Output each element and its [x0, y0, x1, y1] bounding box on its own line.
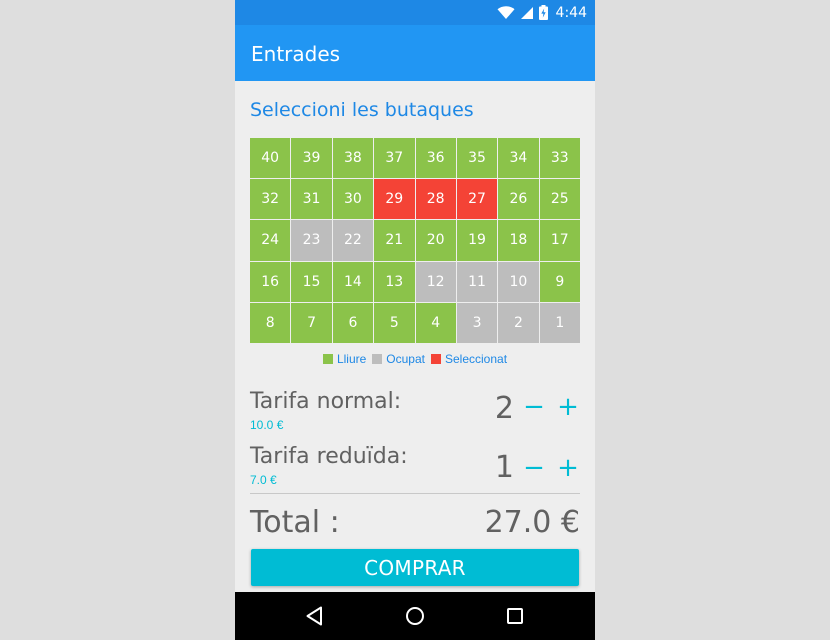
seat-40[interactable]: 40 — [250, 138, 291, 179]
seat-37[interactable]: 37 — [374, 138, 415, 179]
legend-swatch-selected — [431, 354, 441, 364]
seat-5[interactable]: 5 — [374, 302, 415, 343]
decrement-reduced-button[interactable]: − — [522, 450, 546, 486]
legend-item-taken: Ocupat — [372, 352, 425, 366]
seat-39[interactable]: 39 — [291, 138, 332, 179]
seat-35[interactable]: 35 — [456, 138, 498, 179]
fare-quantity-reduced: 1 — [494, 450, 514, 485]
status-icons: 4:44 — [497, 0, 587, 25]
seat-28[interactable]: 28 — [415, 179, 456, 220]
seat-6[interactable]: 6 — [332, 302, 374, 343]
fare-name-reduced: Tarifa reduïda: — [250, 444, 408, 469]
app-bar-title: Entrades — [251, 42, 341, 66]
back-icon[interactable] — [303, 604, 327, 628]
seat-21[interactable]: 21 — [374, 220, 415, 261]
seat-1[interactable]: 1 — [539, 302, 580, 343]
legend-item-selected: Seleccionat — [431, 352, 507, 366]
legend-item-free: Lliure — [322, 352, 367, 366]
total-value: 27.0 € — [484, 505, 580, 540]
seat-33[interactable]: 33 — [539, 138, 580, 179]
legend-swatch-free — [322, 354, 333, 364]
legend-label-taken: Ocupat — [386, 352, 425, 366]
status-time: 4:44 — [555, 4, 587, 21]
signal-icon — [520, 6, 533, 19]
increment-normal-button[interactable]: + — [556, 389, 580, 425]
buy-button[interactable]: COMPRAR — [251, 549, 579, 586]
home-icon[interactable] — [403, 604, 427, 628]
fare-row-normal: Tarifa normal: 10.0 € 2 − + — [250, 389, 580, 441]
seat-29[interactable]: 29 — [374, 179, 415, 220]
fare-name-normal: Tarifa normal: — [250, 389, 402, 414]
seat-34[interactable]: 34 — [498, 138, 539, 179]
legend-label-selected: Seleccionat — [445, 352, 508, 366]
seat-27[interactable]: 27 — [456, 179, 498, 220]
seat-30[interactable]: 30 — [332, 179, 374, 220]
phone-screen: 4:44 Entrades Seleccioni les butaques 40… — [235, 0, 595, 640]
fare-price-normal: 10.0 € — [250, 418, 284, 432]
decrement-normal-button[interactable]: − — [522, 389, 546, 425]
seat-25[interactable]: 25 — [539, 179, 580, 220]
seat-14[interactable]: 14 — [332, 261, 374, 302]
seat-grid: 40 39 38 37 36 35 34 33 32 31 30 29 28 27 26 25 24 23 22 21… — [250, 138, 580, 343]
seat-2[interactable]: 2 — [498, 302, 539, 343]
fare-price-reduced: 7.0 € — [250, 473, 277, 487]
seat-12[interactable]: 12 — [415, 261, 456, 302]
seat-15[interactable]: 15 — [291, 261, 332, 302]
fare-row-reduced: Tarifa reduïda: 7.0 € 1 − + — [250, 444, 580, 496]
seat-4[interactable]: 4 — [415, 302, 456, 343]
recents-icon[interactable] — [503, 604, 527, 628]
seat-legend: Lliure Ocupat Seleccionat — [235, 352, 595, 366]
seat-19[interactable]: 19 — [456, 220, 498, 261]
seat-26[interactable]: 26 — [498, 179, 539, 220]
seat-11[interactable]: 11 — [456, 261, 498, 302]
seat-3[interactable]: 3 — [456, 302, 498, 343]
navigation-bar — [235, 592, 595, 640]
app-bar: Entrades — [235, 25, 595, 81]
seat-7[interactable]: 7 — [291, 302, 332, 343]
seat-31[interactable]: 31 — [291, 179, 332, 220]
increment-reduced-button[interactable]: + — [556, 450, 580, 486]
legend-label-free: Lliure — [336, 352, 367, 366]
seat-32[interactable]: 32 — [250, 179, 291, 220]
battery-icon — [538, 5, 548, 20]
seat-22[interactable]: 22 — [332, 220, 374, 261]
total-label: Total : — [250, 505, 340, 540]
seat-20[interactable]: 20 — [415, 220, 456, 261]
seat-16[interactable]: 16 — [250, 261, 291, 302]
seat-18[interactable]: 18 — [498, 220, 539, 261]
total-divider — [250, 493, 580, 494]
fare-quantity-normal: 2 — [494, 391, 514, 426]
seat-17[interactable]: 17 — [539, 220, 580, 261]
seat-8[interactable]: 8 — [250, 302, 291, 343]
seat-36[interactable]: 36 — [415, 138, 456, 179]
seat-section-title: Seleccioni les butaques — [250, 99, 474, 121]
seat-13[interactable]: 13 — [374, 261, 415, 302]
seat-38[interactable]: 38 — [332, 138, 374, 179]
wifi-icon — [497, 5, 515, 19]
seat-9[interactable]: 9 — [539, 261, 580, 302]
status-bar: 4:44 — [235, 0, 595, 25]
seat-23[interactable]: 23 — [291, 220, 332, 261]
seat-24[interactable]: 24 — [250, 220, 291, 261]
legend-swatch-taken — [372, 354, 383, 364]
seat-10[interactable]: 10 — [498, 261, 539, 302]
